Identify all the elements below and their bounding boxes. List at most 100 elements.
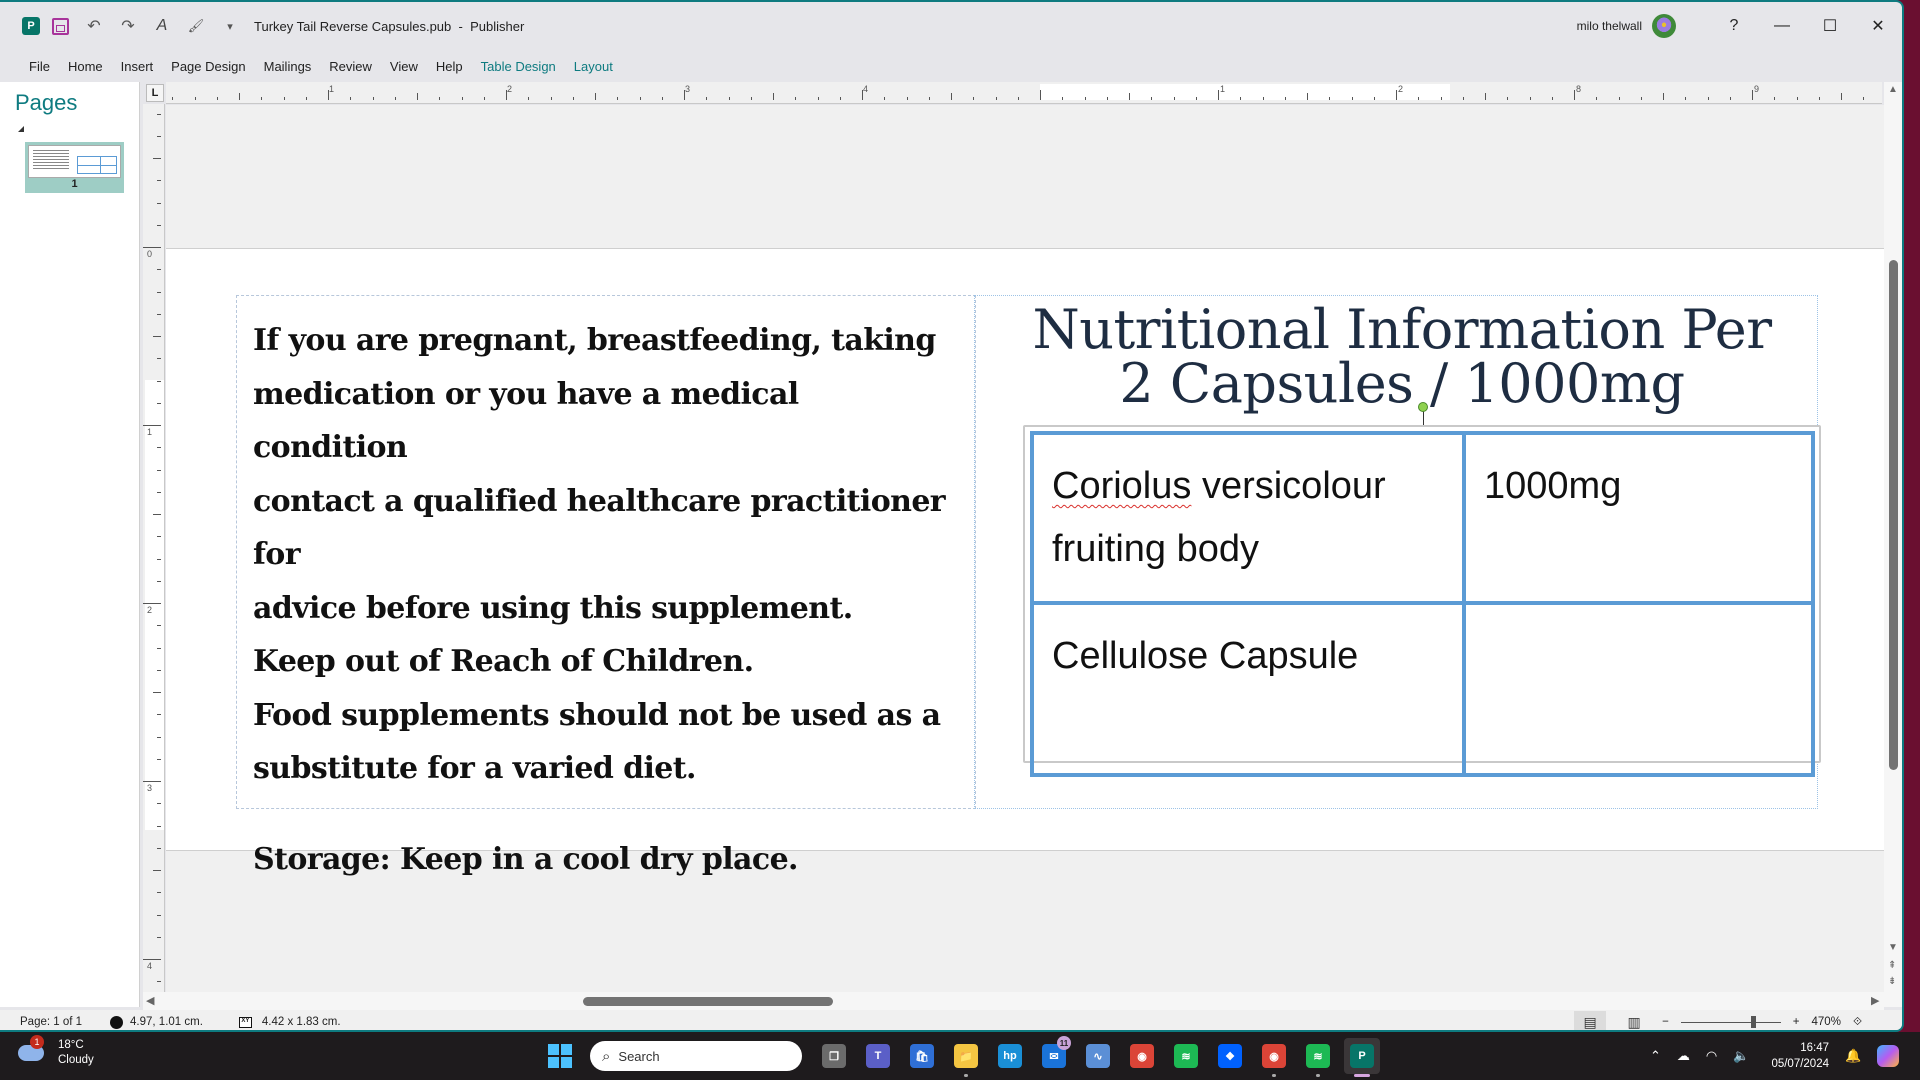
taskbar-mail-button[interactable]: ✉ 11 xyxy=(1036,1036,1072,1074)
taskbar-hp-app-button[interactable]: hp xyxy=(992,1038,1028,1074)
maximize-button[interactable]: ☐ xyxy=(1806,2,1854,50)
indent-marker[interactable] xyxy=(1044,84,1056,92)
tab-layout[interactable]: Layout xyxy=(565,53,622,80)
single-page-view-button[interactable]: ▤ xyxy=(1574,1011,1607,1030)
tab-page-design[interactable]: Page Design xyxy=(162,53,254,80)
zoom-level[interactable]: 470% xyxy=(1812,1016,1841,1028)
table-cell-ingredient[interactable]: Cellulose Capsule xyxy=(1030,601,1466,777)
taskbar-spotify-2-button[interactable]: ≋ xyxy=(1300,1038,1336,1077)
vertical-ruler[interactable]: 0 1 2 3 4 xyxy=(143,104,165,992)
spelling-button[interactable]: A xyxy=(148,12,176,40)
weather-widget[interactable]: 1 18°C Cloudy xyxy=(18,1035,94,1068)
show-hidden-icons-chevron-icon[interactable]: ⌃ xyxy=(1650,1048,1661,1064)
object-position[interactable]: 4.97, 1.01 cm. xyxy=(102,1015,203,1029)
scroll-left-arrow-icon[interactable]: ◀ xyxy=(146,994,154,1007)
weather-desc: Cloudy xyxy=(58,1054,94,1066)
ruler-tick xyxy=(305,97,307,100)
ruler-tick xyxy=(153,514,161,515)
object-size[interactable]: XY 4.42 x 1.83 cm. xyxy=(223,1016,341,1028)
nutrition-title[interactable]: Nutritional Information Per 2 Capsules /… xyxy=(1000,303,1804,411)
tab-review[interactable]: Review xyxy=(320,53,381,80)
zoom-slider-knob[interactable] xyxy=(1750,1016,1756,1028)
page-indicator[interactable]: Page: 1 of 1 xyxy=(20,1016,82,1028)
start-button[interactable] xyxy=(548,1044,572,1068)
previous-page-icon[interactable]: ⇞ xyxy=(1888,960,1896,971)
taskbar-chrome-profile-button[interactable]: ◉ xyxy=(1256,1038,1292,1077)
wifi-icon[interactable]: ◠ xyxy=(1706,1048,1717,1064)
ruler-tick xyxy=(157,202,161,204)
tab-home[interactable]: Home xyxy=(59,53,112,80)
horizontal-ruler[interactable]: 1 2 3 4 1 2 8 9 xyxy=(166,82,1882,104)
zoom-out-button[interactable]: − xyxy=(1662,1016,1669,1028)
taskbar-publisher-button[interactable]: P xyxy=(1344,1038,1380,1077)
vertical-scroll-thumb[interactable] xyxy=(1889,260,1898,770)
spelling-error-word[interactable]: Coriolus xyxy=(1052,465,1191,507)
next-page-icon[interactable]: ⇟ xyxy=(1888,976,1896,987)
ruler-tick xyxy=(157,914,161,916)
volume-icon[interactable]: 🔈 xyxy=(1733,1048,1749,1064)
table-cell-ingredient[interactable]: Coriolus versicolour fruiting body xyxy=(1030,431,1466,605)
nutrition-table[interactable]: Coriolus versicolour fruiting body 1000m… xyxy=(1030,431,1815,777)
avatar[interactable] xyxy=(1652,14,1676,38)
scroll-up-arrow-icon[interactable]: ▲ xyxy=(1888,84,1898,95)
chrome-profile-icon: ◉ xyxy=(1262,1044,1286,1068)
ruler-tick xyxy=(283,97,285,100)
taskbar-chrome-button[interactable]: ◉ xyxy=(1124,1038,1160,1074)
tab-help[interactable]: Help xyxy=(427,53,472,80)
table-cell-amount[interactable]: 1000mg xyxy=(1462,431,1815,605)
minimize-button[interactable]: — xyxy=(1758,2,1806,50)
ruler-label: 1 xyxy=(147,427,153,437)
clock[interactable]: 16:47 05/07/2024 xyxy=(1771,1040,1829,1072)
customize-qat-button[interactable]: ▾ xyxy=(216,12,244,40)
taskbar-teams-button[interactable]: T xyxy=(860,1038,896,1074)
scroll-right-arrow-icon[interactable]: ▶ xyxy=(1871,994,1879,1007)
account-name[interactable]: milo thelwall xyxy=(1577,19,1642,33)
collapse-triangle-icon[interactable] xyxy=(18,126,24,132)
document-canvas[interactable]: If you are pregnant, breastfeeding, taki… xyxy=(166,105,1884,992)
onedrive-icon[interactable]: ☁ xyxy=(1677,1048,1690,1064)
tab-mailings[interactable]: Mailings xyxy=(255,53,321,80)
zoom-in-button[interactable]: + xyxy=(1793,1016,1800,1028)
size-icon: XY xyxy=(238,1016,252,1028)
taskbar-spotify-button[interactable]: ≋ xyxy=(1168,1038,1204,1074)
zoom-slider[interactable] xyxy=(1680,1015,1781,1029)
fit-page-icon[interactable]: ⟐ xyxy=(1853,1016,1862,1029)
view-controls: ▤ ▥ − + 470% ⟐ xyxy=(1574,1011,1902,1030)
tab-view[interactable]: View xyxy=(381,53,427,80)
page-thumbnail[interactable]: 1 xyxy=(25,142,124,193)
publisher-app-icon[interactable]: P xyxy=(22,17,40,35)
scroll-down-arrow-icon[interactable]: ▼ xyxy=(1888,942,1898,953)
ruler-tick xyxy=(157,313,161,315)
taskbar-task-view-button[interactable]: ❐ xyxy=(816,1038,852,1074)
tab-stop-selector[interactable]: L xyxy=(146,84,164,102)
format-painter-button[interactable]: 🖌 xyxy=(182,12,210,40)
page-number: 1 xyxy=(71,178,78,190)
ruler-tick xyxy=(572,97,574,100)
notifications-bell-icon[interactable]: 🔔 xyxy=(1845,1048,1861,1064)
ruler-tick xyxy=(1329,97,1331,100)
help-button[interactable]: ? xyxy=(1710,2,1758,50)
tab-table-design[interactable]: Table Design xyxy=(472,53,565,80)
redo-button[interactable]: ↷ xyxy=(114,12,142,40)
save-button[interactable] xyxy=(46,12,74,40)
copilot-icon[interactable] xyxy=(1877,1045,1900,1067)
close-button[interactable]: ✕ xyxy=(1854,2,1902,50)
taskbar-file-explorer-button[interactable]: 📁 xyxy=(948,1038,984,1077)
taskbar-microsoft-store-button[interactable]: 🛍 xyxy=(904,1038,940,1074)
tab-insert[interactable]: Insert xyxy=(112,53,163,80)
taskbar-resource-monitor-button[interactable]: ∿ xyxy=(1080,1038,1116,1074)
ruler-tick xyxy=(906,97,908,100)
ruler-tick xyxy=(1062,97,1064,100)
two-page-spread-button[interactable]: ▥ xyxy=(1618,1011,1650,1030)
taskbar-dropbox-button[interactable]: ❖ xyxy=(1212,1038,1248,1074)
undo-button[interactable]: ↶ xyxy=(80,12,108,40)
vertical-scrollbar[interactable]: ▲ ▼ ⇞ ⇟ xyxy=(1884,82,1902,1007)
page-thumbnail-preview xyxy=(28,145,121,178)
warning-text-box[interactable]: If you are pregnant, breastfeeding, taki… xyxy=(236,295,976,877)
horizontal-scroll-thumb[interactable] xyxy=(583,997,833,1006)
taskbar-search[interactable]: ⌕ Search xyxy=(590,1041,802,1071)
table-cell-amount[interactable] xyxy=(1462,601,1815,777)
horizontal-scrollbar[interactable]: ◀ ▶ xyxy=(143,992,1884,1010)
tab-file[interactable]: File xyxy=(20,53,59,80)
rotate-handle[interactable] xyxy=(1418,402,1428,412)
